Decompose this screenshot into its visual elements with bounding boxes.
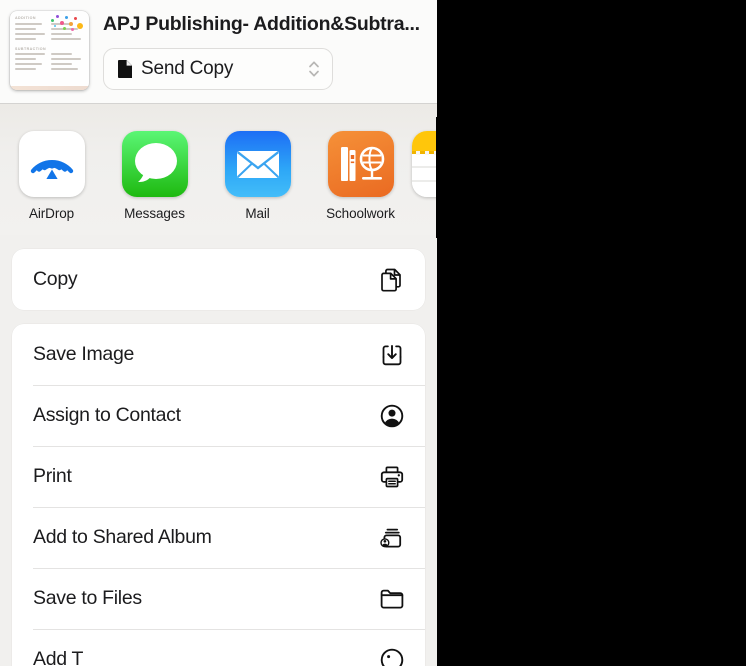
send-copy-label: Send Copy — [141, 58, 234, 79]
action-label: Add T — [33, 648, 84, 666]
share-sheet: ADDITION SUBTRACTION APJ Publishing- Add… — [0, 0, 437, 666]
mail-icon — [224, 131, 291, 197]
copy-pages-icon — [377, 265, 407, 295]
action-card-secondary: Save Image Assign to Contact Print Add t… — [12, 324, 425, 666]
messages-icon — [121, 131, 188, 197]
app-schoolwork[interactable]: Schoolwork — [309, 131, 412, 221]
app-label: AirDrop — [28, 206, 75, 221]
person-circle-icon — [377, 401, 407, 431]
document-thumbnail: ADDITION SUBTRACTION — [10, 11, 89, 90]
app-label: Messages — [124, 206, 185, 221]
schoolwork-icon — [327, 131, 394, 197]
app-label: Mail — [245, 206, 270, 221]
document-icon — [118, 60, 132, 78]
app-label: Schoolwork — [326, 206, 395, 221]
action-label: Copy — [33, 268, 78, 290]
app-mail[interactable]: Mail — [206, 131, 309, 221]
notes-icon — [412, 131, 437, 197]
thumbnail-confetti-dots — [51, 14, 85, 34]
action-label: Save to Files — [33, 587, 142, 609]
action-row-copy[interactable]: Copy — [12, 249, 425, 310]
action-row-assign-to-contact[interactable]: Assign to Contact — [12, 385, 425, 446]
action-card-primary: Copy — [12, 249, 425, 310]
app-notes-partial[interactable] — [412, 131, 437, 206]
folder-icon — [377, 584, 407, 614]
send-copy-button[interactable]: Send Copy — [103, 48, 333, 90]
action-row-add-tags[interactable]: Add T — [12, 629, 425, 666]
save-image-tray-down-icon — [377, 340, 407, 370]
up-down-chevron-icon[interactable] — [307, 58, 321, 80]
app-suggestions-row[interactable]: AirDrop Messages Mail Schoolwork — [0, 104, 437, 235]
airdrop-icon — [18, 131, 85, 197]
printer-icon — [377, 462, 407, 492]
action-row-add-to-shared-album[interactable]: Add to Shared Album — [12, 507, 425, 568]
action-row-save-to-files[interactable]: Save to Files — [12, 568, 425, 629]
action-label: Print — [33, 465, 72, 487]
action-row-print[interactable]: Print — [12, 446, 425, 507]
app-messages[interactable]: Messages — [103, 131, 206, 221]
action-label: Add to Shared Album — [33, 526, 212, 548]
page-title: APJ Publishing- Addition&Subtra... — [103, 13, 420, 35]
shared-album-icon — [377, 523, 407, 553]
action-label: Assign to Contact — [33, 404, 181, 426]
action-label: Save Image — [33, 343, 135, 365]
add-tags-icon — [377, 645, 407, 666]
app-airdrop[interactable]: AirDrop — [0, 131, 103, 221]
action-row-save-image[interactable]: Save Image — [12, 324, 425, 385]
share-sheet-header: ADDITION SUBTRACTION APJ Publishing- Add… — [0, 0, 437, 104]
action-list: Copy Save Image Assign to Contact Print … — [0, 235, 437, 666]
thumbnail-section-heading-subtraction: SUBTRACTION — [15, 46, 47, 51]
